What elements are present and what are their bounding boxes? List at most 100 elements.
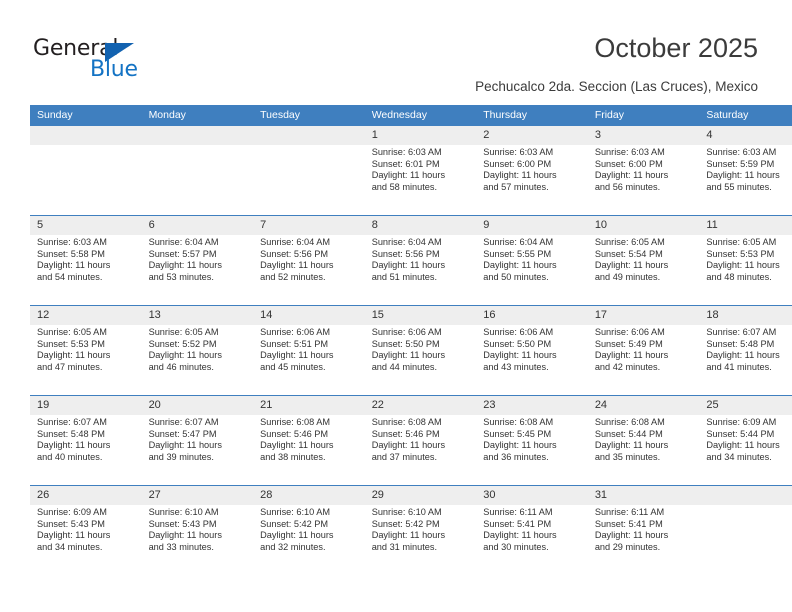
day-sun-info: Sunrise: 6:08 AM Sunset: 5:45 PM Daylight:…: [476, 415, 588, 463]
daylight-duration-line2: and 44 minutes.: [371, 361, 438, 372]
general-blue-logo[interactable]: General Blue: [33, 36, 173, 82]
sunrise-time: Sunrise: 6:03 AM: [594, 147, 665, 157]
sunrise-time: Sunrise: 6:05 AM: [37, 327, 107, 337]
calendar-day-cell[interactable]: 9 Sunrise: 6:04 AM Sunset: 5:55 PM Daylight…: [476, 215, 588, 306]
calendar-day-cell[interactable]: 6 Sunrise: 6:04 AM Sunset: 5:57 PM Daylight…: [141, 215, 254, 306]
daylight-duration-line2: and 33 minutes.: [148, 541, 214, 552]
weekday-header-monday: Monday: [141, 105, 254, 126]
sunset-time: Sunset: 5:56 PM: [260, 248, 329, 259]
sunset-time: Sunset: 6:01 PM: [371, 158, 440, 169]
calendar-day-cell[interactable]: 2 Sunrise: 6:03 AM Sunset: 6:00 PM Daylight…: [476, 126, 588, 216]
sunset-time: Sunset: 5:43 PM: [37, 518, 105, 529]
daylight-duration-line1: Daylight: 11 hours: [483, 440, 557, 451]
daylight-duration-line1: Daylight: 11 hours: [371, 530, 446, 541]
calendar-day-cell[interactable]: 16 Sunrise: 6:06 AM Sunset: 5:50 PM Dayligh…: [476, 305, 588, 396]
weekday-header-thursday: Thursday: [476, 105, 588, 126]
calendar-day-cell[interactable]: 31 Sunrise: 6:11 AM Sunset: 5:41 PM Dayligh…: [587, 485, 700, 575]
day-number: 22: [364, 396, 477, 415]
day-sun-info: Sunrise: 6:07 AM Sunset: 5:48 PM Daylight:…: [30, 415, 142, 463]
calendar-day-cell[interactable]: 25 Sunrise: 6:09 AM Sunset: 5:44 PM Dayligh…: [699, 395, 792, 486]
day-sun-info: Sunrise: 6:05 AM Sunset: 5:52 PM Daylight:…: [142, 325, 254, 373]
sunrise-time: Sunrise: 6:11 AM: [483, 507, 553, 517]
daylight-duration-line1: Daylight: 11 hours: [260, 260, 334, 271]
day-sun-info: Sunrise: 6:04 AM Sunset: 5:56 PM Daylight:…: [253, 235, 365, 283]
calendar-day-cell[interactable]: 17 Sunrise: 6:06 AM Sunset: 5:49 PM Dayligh…: [587, 305, 700, 396]
sunset-time: Sunset: 5:56 PM: [371, 248, 440, 259]
day-number: 24: [587, 396, 700, 415]
daylight-duration-line1: Daylight: 11 hours: [260, 350, 334, 361]
calendar-day-cell[interactable]: 21 Sunrise: 6:08 AM Sunset: 5:46 PM Dayligh…: [253, 395, 365, 486]
daylight-duration-line2: and 50 minutes.: [483, 271, 549, 282]
calendar-day-cell[interactable]: 1 Sunrise: 6:03 AM Sunset: 6:01 PM Daylight…: [364, 126, 477, 216]
sunset-time: Sunset: 5:57 PM: [148, 248, 217, 259]
sunset-time: Sunset: 5:44 PM: [706, 428, 775, 439]
sunrise-time: Sunrise: 6:05 AM: [594, 237, 665, 247]
calendar-day-cell[interactable]: 10 Sunrise: 6:05 AM Sunset: 5:54 PM Dayligh…: [587, 215, 700, 306]
sunset-time: Sunset: 5:51 PM: [260, 338, 329, 349]
calendar-day-cell[interactable]: 18 Sunrise: 6:07 AM Sunset: 5:48 PM Dayligh…: [699, 305, 792, 396]
daylight-duration-line2: and 32 minutes.: [260, 541, 326, 552]
daylight-duration-line1: Daylight: 11 hours: [483, 350, 557, 361]
calendar-day-cell[interactable]: 4 Sunrise: 6:03 AM Sunset: 5:59 PM Daylight…: [699, 126, 792, 216]
sunrise-time: Sunrise: 6:03 AM: [483, 147, 554, 157]
day-number: 4: [699, 126, 792, 145]
daylight-duration-line2: and 39 minutes.: [148, 451, 214, 462]
sunrise-time: Sunrise: 6:04 AM: [483, 237, 554, 247]
daylight-duration-line2: and 40 minutes.: [37, 451, 103, 462]
day-sun-info: Sunrise: 6:03 AM Sunset: 6:00 PM Daylight:…: [588, 145, 700, 193]
calendar-day-cell[interactable]: 13 Sunrise: 6:05 AM Sunset: 5:52 PM Dayligh…: [141, 305, 254, 396]
calendar-day-cell[interactable]: 12 Sunrise: 6:05 AM Sunset: 5:53 PM Dayligh…: [30, 305, 142, 396]
calendar-day-cell[interactable]: 29 Sunrise: 6:10 AM Sunset: 5:42 PM Dayligh…: [364, 485, 477, 575]
sunrise-time: Sunrise: 6:08 AM: [260, 417, 331, 427]
day-number: 8: [364, 216, 477, 235]
sunset-time: Sunset: 5:46 PM: [371, 428, 440, 439]
sunset-time: Sunset: 5:54 PM: [594, 248, 663, 259]
calendar-day-cell[interactable]: 7 Sunrise: 6:04 AM Sunset: 5:56 PM Daylight…: [253, 215, 365, 306]
daylight-duration-line2: and 58 minutes.: [371, 181, 438, 192]
daylight-duration-line2: and 35 minutes.: [594, 451, 661, 462]
day-sun-info: Sunrise: 6:06 AM Sunset: 5:49 PM Daylight:…: [588, 325, 700, 373]
calendar-day-cell-empty: [253, 126, 365, 216]
day-number: 3: [587, 126, 700, 145]
sunset-time: Sunset: 5:42 PM: [260, 518, 329, 529]
day-number: 18: [699, 306, 792, 325]
calendar-week-row: 19 Sunrise: 6:07 AM Sunset: 5:48 PM Dayligh…: [30, 395, 792, 486]
sunrise-time: Sunrise: 6:08 AM: [483, 417, 554, 427]
calendar-day-cell[interactable]: 24 Sunrise: 6:08 AM Sunset: 5:44 PM Dayligh…: [587, 395, 700, 486]
calendar-day-cell[interactable]: 19 Sunrise: 6:07 AM Sunset: 5:48 PM Dayligh…: [30, 395, 142, 486]
calendar-day-cell[interactable]: 5 Sunrise: 6:03 AM Sunset: 5:58 PM Daylight…: [30, 215, 142, 306]
daylight-duration-line1: Daylight: 11 hours: [594, 260, 669, 271]
weekday-header-friday: Friday: [587, 105, 700, 126]
daylight-duration-line2: and 53 minutes.: [148, 271, 214, 282]
weekday-header-saturday: Saturday: [699, 105, 792, 126]
calendar-day-cell[interactable]: 3 Sunrise: 6:03 AM Sunset: 6:00 PM Daylight…: [587, 126, 700, 216]
calendar-day-cell[interactable]: 28 Sunrise: 6:10 AM Sunset: 5:42 PM Dayligh…: [253, 485, 365, 575]
day-number: 28: [253, 486, 365, 505]
calendar-day-cell[interactable]: 22 Sunrise: 6:08 AM Sunset: 5:46 PM Dayligh…: [364, 395, 477, 486]
sunrise-time: Sunrise: 6:10 AM: [260, 507, 331, 517]
day-number: [699, 486, 792, 505]
calendar-day-cell[interactable]: 8 Sunrise: 6:04 AM Sunset: 5:56 PM Daylight…: [364, 215, 477, 306]
calendar-week-row: 26 Sunrise: 6:09 AM Sunset: 5:43 PM Dayligh…: [30, 485, 792, 575]
daylight-duration-line2: and 34 minutes.: [37, 541, 103, 552]
sunrise-time: Sunrise: 6:06 AM: [260, 327, 331, 337]
calendar-day-cell[interactable]: 30 Sunrise: 6:11 AM Sunset: 5:41 PM Dayligh…: [476, 485, 588, 575]
daylight-duration-line2: and 48 minutes.: [706, 271, 772, 282]
day-number: [141, 126, 254, 145]
sunset-time: Sunset: 5:44 PM: [594, 428, 663, 439]
day-number: 13: [141, 306, 254, 325]
calendar-day-cell[interactable]: 23 Sunrise: 6:08 AM Sunset: 5:45 PM Dayligh…: [476, 395, 588, 486]
calendar-day-cell[interactable]: 20 Sunrise: 6:07 AM Sunset: 5:47 PM Dayligh…: [141, 395, 254, 486]
day-number: 19: [30, 396, 142, 415]
daylight-duration-line1: Daylight: 11 hours: [706, 350, 780, 361]
calendar-day-cell[interactable]: 27 Sunrise: 6:10 AM Sunset: 5:43 PM Dayligh…: [141, 485, 254, 575]
daylight-duration-line1: Daylight: 11 hours: [148, 440, 222, 451]
calendar-day-cell[interactable]: 14 Sunrise: 6:06 AM Sunset: 5:51 PM Dayligh…: [253, 305, 365, 396]
calendar-header-row: Sunday Monday Tuesday Wednesday Thursday…: [30, 105, 792, 126]
calendar-day-cell[interactable]: 26 Sunrise: 6:09 AM Sunset: 5:43 PM Dayligh…: [30, 485, 142, 575]
calendar-day-cell[interactable]: 11 Sunrise: 6:05 AM Sunset: 5:53 PM Dayligh…: [699, 215, 792, 306]
sunset-time: Sunset: 5:52 PM: [148, 338, 217, 349]
sunset-time: Sunset: 5:41 PM: [594, 518, 663, 529]
calendar-day-cell[interactable]: 15 Sunrise: 6:06 AM Sunset: 5:50 PM Dayligh…: [364, 305, 477, 396]
sunset-time: Sunset: 6:00 PM: [594, 158, 663, 169]
